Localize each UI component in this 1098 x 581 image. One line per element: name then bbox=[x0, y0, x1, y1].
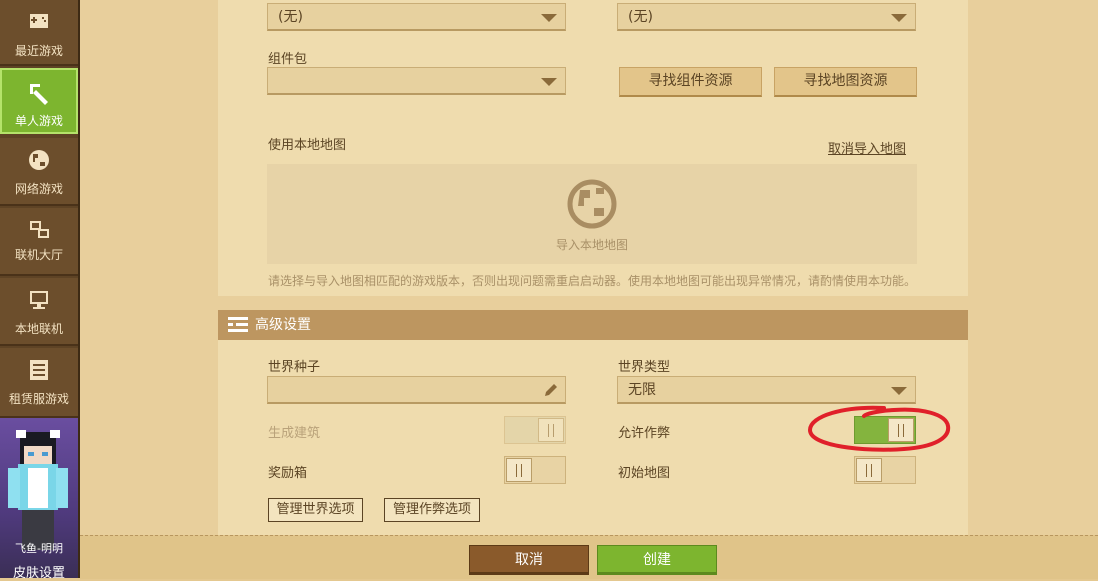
skin-settings-link[interactable]: 皮肤设置 bbox=[0, 562, 78, 581]
sidebar-item-label: 本地联机 bbox=[14, 322, 63, 336]
sidebar-item-rental-server[interactable]: 租赁服游戏 bbox=[0, 348, 78, 418]
select-value: (无) bbox=[278, 9, 303, 25]
pencil-icon bbox=[545, 384, 557, 396]
sidebar-item-label: 最近游戏 bbox=[14, 44, 63, 58]
globe-icon bbox=[29, 150, 49, 170]
world-seed-label: 世界种子 bbox=[268, 360, 321, 375]
toggle-knob bbox=[856, 458, 882, 482]
local-map-notice: 请选择与导入地图相匹配的游戏版本，否则出现问题需重启启动器。使用本地地图可能出现… bbox=[268, 274, 917, 288]
chevron-down-icon bbox=[891, 387, 907, 395]
chevron-down-icon bbox=[891, 14, 907, 22]
bottom-action-bar bbox=[80, 535, 1098, 579]
bonus-chest-label: 奖励箱 bbox=[268, 466, 308, 481]
behavior-pack-select[interactable]: (无) bbox=[267, 3, 566, 31]
sidebar-item-local-multiplayer[interactable]: 本地联机 bbox=[0, 278, 78, 346]
sidebar: 最近游戏 单人游戏 网络游戏 联机大厅 本地联机 租赁服游戏 飞鱼-明明 皮肤设… bbox=[0, 0, 80, 581]
skin-name: 飞鱼-明明 bbox=[15, 542, 63, 555]
generate-structures-label: 生成建筑 bbox=[268, 426, 321, 441]
sidebar-item-lobby[interactable]: 联机大厅 bbox=[0, 208, 78, 276]
sidebar-item-label: 租赁服游戏 bbox=[8, 392, 69, 406]
starting-map-label: 初始地图 bbox=[618, 466, 671, 481]
toggle-knob bbox=[888, 418, 914, 442]
pickaxe-icon bbox=[30, 84, 48, 105]
sidebar-item-single-player[interactable]: 单人游戏 bbox=[0, 68, 78, 134]
sidebar-item-label: 联机大厅 bbox=[14, 248, 63, 262]
advanced-settings-header: 高级设置 bbox=[218, 310, 968, 340]
server-list-icon bbox=[30, 360, 48, 380]
world-type-label: 世界类型 bbox=[618, 360, 671, 375]
settings-list-icon bbox=[228, 317, 248, 332]
select-value: (无) bbox=[628, 9, 653, 25]
sidebar-item-online-games[interactable]: 网络游戏 bbox=[0, 138, 78, 206]
section-title: 高级设置 bbox=[255, 317, 311, 333]
player-avatar bbox=[8, 430, 68, 550]
bonus-chest-toggle[interactable] bbox=[504, 456, 566, 484]
import-map-dropzone[interactable]: 导入本地地图 bbox=[267, 164, 917, 264]
allow-cheats-toggle[interactable] bbox=[854, 416, 916, 444]
manage-cheat-options-button[interactable]: 管理作弊选项 bbox=[384, 498, 480, 522]
globe-icon bbox=[567, 179, 617, 229]
allow-cheats-label: 允许作弊 bbox=[618, 426, 671, 441]
toggle-knob bbox=[538, 418, 564, 442]
sidebar-item-recent-games[interactable]: 最近游戏 bbox=[0, 0, 78, 66]
select-value: 无限 bbox=[628, 382, 656, 398]
chevron-down-icon bbox=[541, 14, 557, 22]
network-icon bbox=[30, 221, 49, 238]
component-pack-label: 组件包 bbox=[268, 52, 308, 67]
cancel-import-link[interactable]: 取消导入地图 bbox=[828, 138, 906, 157]
chevron-down-icon bbox=[541, 78, 557, 86]
world-seed-input[interactable] bbox=[267, 376, 566, 404]
sidebar-item-label: 网络游戏 bbox=[14, 182, 63, 196]
create-button[interactable]: 创建 bbox=[597, 545, 717, 575]
gamepad-icon bbox=[30, 14, 48, 28]
starting-map-toggle[interactable] bbox=[854, 456, 916, 484]
monitor-icon bbox=[30, 291, 48, 309]
world-type-select[interactable]: 无限 bbox=[617, 376, 916, 404]
find-component-button[interactable]: 寻找组件资源 bbox=[619, 67, 762, 97]
resource-pack-select[interactable]: (无) bbox=[617, 3, 916, 31]
generate-structures-toggle[interactable] bbox=[504, 416, 566, 444]
component-pack-select[interactable] bbox=[267, 67, 566, 95]
find-map-button[interactable]: 寻找地图资源 bbox=[774, 67, 917, 97]
sidebar-item-label: 单人游戏 bbox=[14, 114, 63, 128]
local-map-label: 使用本地地图 bbox=[268, 138, 347, 153]
manage-world-options-button[interactable]: 管理世界选项 bbox=[268, 498, 363, 522]
toggle-knob bbox=[506, 458, 532, 482]
cancel-button[interactable]: 取消 bbox=[469, 545, 589, 575]
import-map-label: 导入本地地图 bbox=[555, 238, 628, 252]
